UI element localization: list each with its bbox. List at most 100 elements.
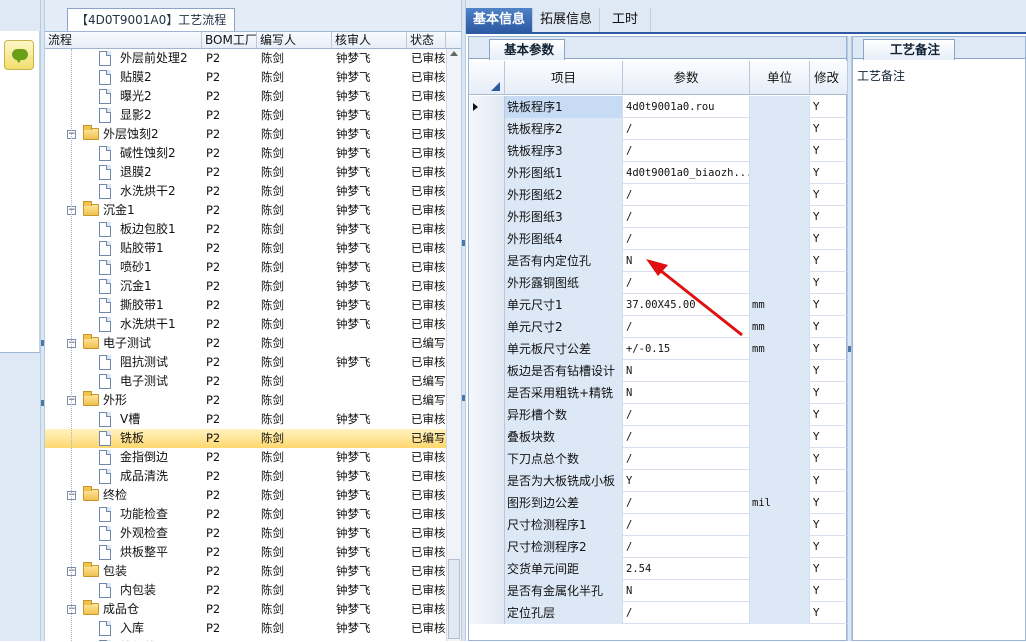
col-header-unit[interactable]: 单位 [750, 61, 810, 95]
tree-step-row[interactable]: 撕胶带1 P2 陈剑 钟梦飞 已审核 [45, 296, 446, 315]
param-modify-cell[interactable]: Y [810, 118, 848, 140]
tree-step-row[interactable]: 沉金1 P2 陈剑 钟梦飞 已审核 [45, 277, 446, 296]
param-value-cell[interactable]: / [623, 184, 750, 206]
param-modify-cell[interactable]: Y [810, 536, 848, 558]
tree-step-row[interactable]: 外层前处理2 P2 陈剑 钟梦飞 已审核 [45, 49, 446, 68]
row-selector[interactable] [469, 470, 505, 492]
param-modify-cell[interactable]: Y [810, 470, 848, 492]
tree-step-row[interactable]: 功能检查 P2 陈剑 钟梦飞 已审核 [45, 505, 446, 524]
col-header-param[interactable]: 参数 [623, 61, 750, 95]
param-unit-cell[interactable] [750, 228, 810, 250]
tree-step-row[interactable]: 入库 P2 陈剑 钟梦飞 已审核 [45, 619, 446, 638]
param-modify-cell[interactable]: Y [810, 558, 848, 580]
param-modify-cell[interactable]: Y [810, 448, 848, 470]
param-unit-cell[interactable] [750, 206, 810, 228]
col-header-modify[interactable]: 修改 [810, 61, 848, 95]
row-selector[interactable] [469, 96, 505, 118]
tree-step-row[interactable]: 内包装 P2 陈剑 钟梦飞 已审核 [45, 581, 446, 600]
scroll-up-icon[interactable] [450, 51, 458, 56]
param-unit-cell[interactable] [750, 184, 810, 206]
tree-step-row[interactable]: 外观检查 P2 陈剑 钟梦飞 已审核 [45, 524, 446, 543]
col-header-flow[interactable]: 流程 [45, 32, 202, 48]
param-unit-cell[interactable] [750, 96, 810, 118]
tree-step-row[interactable]: 电子测试 P2 陈剑 已编写 [45, 372, 446, 391]
scroll-thumb[interactable] [448, 559, 460, 639]
grid-corner[interactable] [469, 61, 505, 95]
tree-step-row[interactable]: 铣板 P2 陈剑 已编写 [45, 429, 446, 448]
tree-group-row[interactable]: − 外层蚀刻2 P2 陈剑 钟梦飞 已审核 [45, 125, 446, 144]
row-selector[interactable] [469, 492, 505, 514]
param-row[interactable]: 外形图纸1 4d0t9001a0_biaozh... Y [469, 162, 848, 184]
row-selector[interactable] [469, 162, 505, 184]
param-modify-cell[interactable]: Y [810, 426, 848, 448]
param-value-cell[interactable]: / [623, 206, 750, 228]
col-header-writer[interactable]: 编写人 [257, 32, 332, 48]
param-modify-cell[interactable]: Y [810, 272, 848, 294]
param-unit-cell[interactable] [750, 140, 810, 162]
param-row[interactable]: 外形图纸3/ Y [469, 206, 848, 228]
param-value-cell[interactable]: / [623, 514, 750, 536]
tree-group-row[interactable]: − 外形 P2 陈剑 已编写 [45, 391, 446, 410]
param-unit-cell[interactable] [750, 580, 810, 602]
row-selector[interactable] [469, 206, 505, 228]
param-row[interactable]: 铣板程序1 4d0t9001a0.rou Y [469, 96, 848, 118]
param-row[interactable]: 单元板尺寸公差 +/-0.15 mm Y [469, 338, 848, 360]
row-selector[interactable] [469, 558, 505, 580]
param-modify-cell[interactable]: Y [810, 184, 848, 206]
param-unit-cell[interactable] [750, 404, 810, 426]
row-selector[interactable] [469, 228, 505, 250]
tree-step-row[interactable]: V槽 P2 陈剑 钟梦飞 已审核 [45, 410, 446, 429]
param-row[interactable]: 铣板程序3/ Y [469, 140, 848, 162]
col-header-item[interactable]: 项目 [505, 61, 623, 95]
param-modify-cell[interactable]: Y [810, 162, 848, 184]
tab-process-notes[interactable]: 工艺备注 [863, 39, 956, 60]
param-modify-cell[interactable]: Y [810, 316, 848, 338]
process-flow-tab[interactable]: 【4D0T9001A0】工艺流程 [67, 8, 236, 31]
param-modify-cell[interactable]: Y [810, 250, 848, 272]
row-selector[interactable] [469, 426, 505, 448]
row-selector[interactable] [469, 448, 505, 470]
param-value-cell[interactable]: 4d0t9001a0_biaozh... [623, 162, 750, 184]
param-unit-cell[interactable] [750, 602, 810, 624]
param-row[interactable]: 是否有内定位孔 N Y [469, 250, 848, 272]
row-selector[interactable] [469, 580, 505, 602]
param-row[interactable]: 异形槽个数 / Y [469, 404, 848, 426]
tree-group-row[interactable]: − 包装 P2 陈剑 钟梦飞 已审核 [45, 562, 446, 581]
param-value-cell[interactable]: 37.00X45.00 [623, 294, 750, 316]
param-row[interactable]: 交货单元间距 2.54 Y [469, 558, 848, 580]
param-modify-cell[interactable]: Y [810, 140, 848, 162]
tree-step-row[interactable]: 板边包胶1 P2 陈剑 钟梦飞 已审核 [45, 220, 446, 239]
param-modify-cell[interactable]: Y [810, 338, 848, 360]
param-modify-cell[interactable]: Y [810, 228, 848, 250]
param-value-cell[interactable]: / [623, 536, 750, 558]
row-selector[interactable] [469, 294, 505, 316]
row-selector[interactable] [469, 250, 505, 272]
param-unit-cell[interactable]: mm [750, 338, 810, 360]
param-value-cell[interactable]: / [623, 426, 750, 448]
col-header-reviewer[interactable]: 核审人 [332, 32, 407, 48]
param-row[interactable]: 铣板程序2/ Y [469, 118, 848, 140]
tree-step-row[interactable]: 贴膜2 P2 陈剑 钟梦飞 已审核 [45, 68, 446, 87]
param-modify-cell[interactable]: Y [810, 580, 848, 602]
param-unit-cell[interactable] [750, 382, 810, 404]
row-selector[interactable] [469, 118, 505, 140]
col-header-bom[interactable]: BOM工厂 [202, 32, 257, 48]
param-modify-cell[interactable]: Y [810, 96, 848, 118]
param-modify-cell[interactable]: Y [810, 382, 848, 404]
row-selector[interactable] [469, 316, 505, 338]
row-selector[interactable] [469, 184, 505, 206]
tree-step-row[interactable]: 水洗烘干1 P2 陈剑 钟梦飞 已审核 [45, 315, 446, 334]
param-modify-cell[interactable]: Y [810, 492, 848, 514]
row-selector[interactable] [469, 140, 505, 162]
param-unit-cell[interactable]: mm [750, 294, 810, 316]
param-modify-cell[interactable]: Y [810, 360, 848, 382]
tree-step-row[interactable]: 成品清洗 P2 陈剑 钟梦飞 已审核 [45, 467, 446, 486]
param-row[interactable]: 单元尺寸1 37.00X45.00 mm Y [469, 294, 848, 316]
row-selector[interactable] [469, 514, 505, 536]
param-value-cell[interactable]: / [623, 140, 750, 162]
tree-step-row[interactable]: 曝光2 P2 陈剑 钟梦飞 已审核 [45, 87, 446, 106]
param-unit-cell[interactable] [750, 118, 810, 140]
tree-group-row[interactable]: − 成品仓 P2 陈剑 钟梦飞 已审核 [45, 600, 446, 619]
param-row[interactable]: 叠板块数 / Y [469, 426, 848, 448]
param-row[interactable]: 下刀点总个数 / Y [469, 448, 848, 470]
